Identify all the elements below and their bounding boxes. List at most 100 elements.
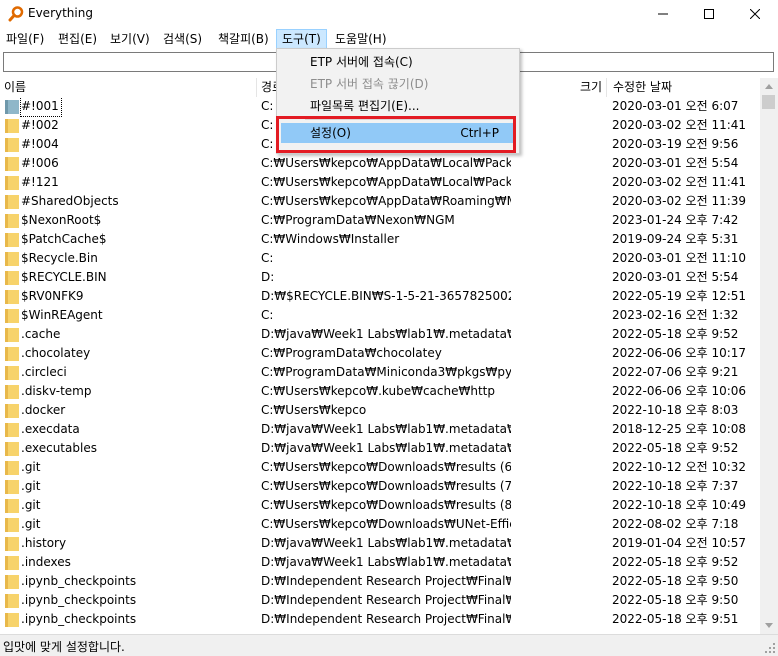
resize-grip-icon[interactable] (764, 642, 776, 654)
row-modified-date: 2023-01-24 오후 7:42 (612, 213, 739, 227)
folder-icon (5, 327, 19, 342)
table-row[interactable]: #SharedObjects C:₩Users₩kepco₩AppData₩Roa… (0, 192, 760, 211)
window-title: Everything (28, 6, 93, 20)
table-row[interactable]: .ipynb_checkpoints D:₩Independent Researc… (0, 591, 760, 610)
row-path: C:₩Users₩kepco₩AppData₩Roaming₩Macr... (261, 194, 511, 208)
row-name: #SharedObjects (21, 194, 119, 208)
row-modified-date: 2022-05-18 오후 9:52 (612, 327, 739, 341)
folder-icon (5, 593, 19, 608)
row-modified-date: 2020-03-01 오전 6:07 (612, 99, 739, 113)
row-modified-date: 2020-03-01 오전 5:54 (612, 270, 739, 284)
row-path: C: (261, 251, 274, 265)
row-name: .git (21, 517, 41, 531)
table-row[interactable]: .chocolatey C:₩ProgramData₩chocolatey 2022… (0, 344, 760, 363)
column-header-size[interactable]: 크기 (576, 78, 602, 97)
table-row[interactable]: .ipynb_checkpoints D:₩Independent Researc… (0, 610, 760, 629)
scroll-up-arrow-icon[interactable] (760, 78, 778, 95)
row-name: #!006 (21, 156, 59, 170)
row-modified-date: 2022-10-18 오후 10:49 (612, 498, 747, 512)
row-modified-date: 2022-05-18 오후 9:50 (612, 593, 739, 607)
vertical-scrollbar[interactable] (760, 78, 778, 634)
table-row[interactable]: .executables D:₩java₩Week1 Labs₩lab1₩.met… (0, 439, 760, 458)
row-path: D:₩$RECYCLE.BIN₩S-1-5-21-3657825002-... (261, 289, 511, 303)
row-name: $PatchCache$ (21, 232, 107, 246)
column-header-name[interactable]: 이름 (0, 78, 26, 97)
row-modified-date: 2022-06-06 오후 10:06 (612, 384, 747, 398)
table-row[interactable]: #!006 C:₩Users₩kepco₩AppData₩Local₩Packag… (0, 154, 760, 173)
row-name: .execdata (21, 422, 80, 436)
row-path: C:₩Users₩kepco₩AppData₩Local₩Package... (261, 156, 511, 170)
row-modified-date: 2019-09-24 오후 5:31 (612, 232, 739, 246)
row-path: C:₩Users₩kepco₩.kube₩cache₩http (261, 384, 495, 398)
row-modified-date: 2022-08-02 오후 7:18 (612, 517, 739, 531)
row-modified-date: 2022-06-06 오후 10:17 (612, 346, 747, 360)
table-row[interactable]: .git C:₩Users₩kepco₩Downloads₩results (8)… (0, 496, 760, 515)
menu-item-etp-disconnect[interactable]: ETP 서버 접속 끊기(D) (277, 74, 519, 94)
table-row[interactable]: $PatchCache$ C:₩Windows₩Installer 2019-09-… (0, 230, 760, 249)
table-row[interactable]: #!121 C:₩Users₩kepco₩AppData₩Local₩Packag… (0, 173, 760, 192)
table-row[interactable]: .docker C:₩Users₩kepco 2022-10-18 오후 8:03 (0, 401, 760, 420)
close-button[interactable] (732, 0, 778, 28)
maximize-button[interactable] (686, 0, 732, 28)
row-modified-date: 2020-03-02 오전 11:41 (612, 118, 747, 132)
minimize-button[interactable] (640, 0, 686, 28)
table-row[interactable]: .execdata D:₩java₩Week1 Labs₩lab1₩.metada… (0, 420, 760, 439)
folder-icon (5, 479, 19, 494)
menu-edit[interactable]: 편집(E) (58, 29, 97, 49)
table-row[interactable]: .ipynb_checkpoints D:₩Independent Researc… (0, 572, 760, 591)
scroll-down-arrow-icon[interactable] (760, 617, 778, 634)
table-row[interactable]: .circleci C:₩ProgramData₩Miniconda3₩pkgs₩… (0, 363, 760, 382)
column-divider[interactable] (606, 78, 607, 97)
menu-bookmarks[interactable]: 책갈피(B) (218, 29, 269, 49)
row-path: D: (261, 270, 275, 284)
row-path: D:₩Independent Research Project₩Final₩Ar… (261, 574, 511, 588)
row-modified-date: 2020-03-19 오전 9:56 (612, 137, 739, 151)
table-row[interactable]: $NexonRoot$ C:₩ProgramData₩Nexon₩NGM 2023-… (0, 211, 760, 230)
row-path: C:₩Users₩kepco (261, 403, 367, 417)
folder-icon (5, 118, 19, 133)
scrollbar-thumb[interactable] (762, 95, 775, 109)
folder-icon (5, 384, 19, 399)
folder-icon (5, 289, 19, 304)
menu-file[interactable]: 파일(F) (6, 29, 44, 49)
table-row[interactable]: $Recycle.Bin C: 2020-03-01 오전 11:10 (0, 249, 760, 268)
row-modified-date: 2020-03-01 오전 5:54 (612, 156, 739, 170)
table-row[interactable]: .cache D:₩java₩Week1 Labs₩lab1₩.metadata₩… (0, 325, 760, 344)
row-modified-date: 2022-05-18 오후 9:52 (612, 441, 739, 455)
table-row[interactable]: .diskv-temp C:₩Users₩kepco₩.kube₩cache₩ht… (0, 382, 760, 401)
row-name: .git (21, 460, 41, 474)
table-row[interactable]: .git C:₩Users₩kepco₩Downloads₩UNet-Effici… (0, 515, 760, 534)
row-path: C:₩ProgramData₩Nexon₩NGM (261, 213, 455, 227)
table-row[interactable]: .indexes D:₩java₩Week1 Labs₩lab1₩.metadat… (0, 553, 760, 572)
folder-icon (5, 175, 19, 190)
row-modified-date: 2020-03-01 오전 11:10 (612, 251, 747, 265)
menu-item-etp-connect[interactable]: ETP 서버에 접속(C) (277, 52, 519, 72)
folder-icon (5, 308, 19, 323)
row-modified-date: 2022-05-18 오후 9:50 (612, 574, 739, 588)
column-header-modified[interactable]: 수정한 날짜 (609, 78, 672, 97)
menu-search[interactable]: 검색(S) (163, 29, 202, 49)
table-row[interactable]: $WinREAgent C: 2023-02-16 오전 1:32 (0, 306, 760, 325)
row-name: $RECYCLE.BIN (21, 270, 107, 284)
row-name: .cache (21, 327, 61, 341)
folder-icon (5, 536, 19, 551)
table-row[interactable]: $RV0NFK9 D:₩$RECYCLE.BIN₩S-1-5-21-3657825… (0, 287, 760, 306)
menu-item-filelist-editor[interactable]: 파일목록 편집기(E)... (277, 96, 519, 116)
folder-icon (5, 213, 19, 228)
row-modified-date: 2020-03-02 오전 11:41 (612, 175, 747, 189)
folder-icon (5, 365, 19, 380)
row-name: .ipynb_checkpoints (21, 612, 137, 626)
menu-item-label: 파일목록 편집기(E)... (310, 99, 420, 113)
table-row[interactable]: .git C:₩Users₩kepco₩Downloads₩results (6)… (0, 458, 760, 477)
row-name: $WinREAgent (21, 308, 103, 322)
table-row[interactable]: $RECYCLE.BIN D: 2020-03-01 오전 5:54 (0, 268, 760, 287)
table-row[interactable]: .history D:₩java₩Week1 Labs₩lab1₩.metadat… (0, 534, 760, 553)
row-name: .git (21, 498, 41, 512)
menu-help[interactable]: 도움말(H) (335, 29, 387, 49)
table-row[interactable]: .git C:₩Users₩kepco₩Downloads₩results (7)… (0, 477, 760, 496)
folder-icon (5, 460, 19, 475)
row-modified-date: 2022-10-12 오전 10:32 (612, 460, 747, 474)
menu-view[interactable]: 보기(V) (110, 29, 150, 49)
menu-tools[interactable]: 도구(T) (276, 29, 327, 49)
row-name: .indexes (21, 555, 71, 569)
